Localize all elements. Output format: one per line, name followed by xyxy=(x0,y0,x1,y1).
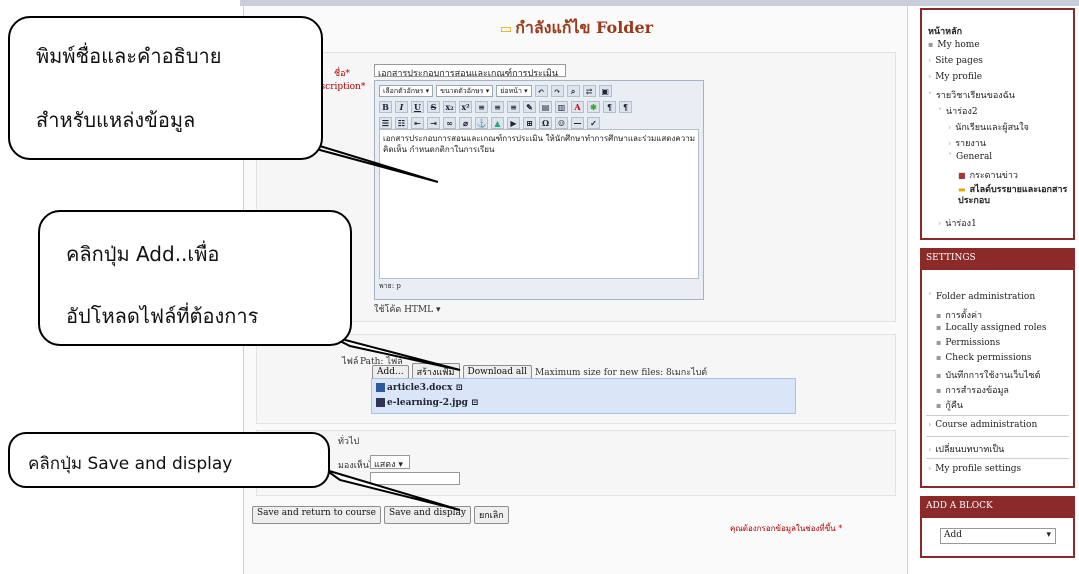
callout-text: พิมพ์ชื่อและคำอธิบาย xyxy=(36,44,222,68)
callout-text: คลิกปุ่ม Save and display xyxy=(28,454,233,474)
callout-text: อัปโหลดไฟล์ที่ต้องการ xyxy=(66,304,259,328)
callout-save-display: คลิกปุ่ม Save and display xyxy=(8,432,330,488)
callout-pointer-3 xyxy=(325,469,461,511)
callout-name-description: พิมพ์ชื่อและคำอธิบาย สำหรับแหล่งข้อมูล xyxy=(8,16,323,160)
callout-text: สำหรับแหล่งข้อมูล xyxy=(36,108,196,132)
callout-text: คลิกปุ่ม Add..เพื่อ xyxy=(66,242,220,266)
callout-pointer-2 xyxy=(329,335,461,371)
callout-add-button: คลิกปุ่ม Add..เพื่อ อัปโหลดไฟล์ที่ต้องกา… xyxy=(38,210,352,346)
